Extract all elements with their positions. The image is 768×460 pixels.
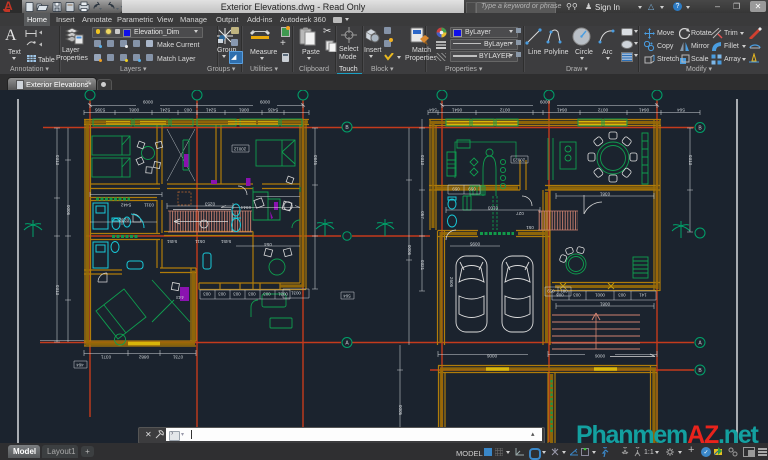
- svg-text:0081: 0081: [128, 108, 139, 113]
- svg-text:0232: 0232: [118, 218, 129, 223]
- svg-text:0072: 0072: [597, 108, 608, 113]
- svg-text:0031: 0031: [278, 292, 288, 297]
- svg-text:5435: 5435: [267, 108, 278, 113]
- svg-text:0311: 0311: [144, 203, 154, 208]
- svg-text:0009: 0009: [142, 100, 153, 105]
- svg-text:0253: 0253: [204, 202, 215, 207]
- svg-text:0313: 0313: [420, 155, 425, 166]
- svg-text:059: 059: [452, 187, 460, 192]
- svg-text:564: 564: [677, 108, 685, 113]
- svg-text:0031: 0031: [291, 291, 301, 296]
- svg-text:5395: 5395: [94, 108, 105, 113]
- svg-text:027: 027: [516, 211, 524, 216]
- svg-text:2606: 2606: [449, 277, 454, 288]
- svg-text:0005: 0005: [398, 405, 403, 416]
- svg-text:0882: 0882: [138, 355, 149, 360]
- svg-text:464: 464: [76, 363, 84, 368]
- svg-text:003: 003: [618, 293, 626, 298]
- svg-text:5241: 5241: [159, 108, 170, 113]
- svg-text:0009: 0009: [259, 100, 270, 105]
- svg-text:564: 564: [343, 294, 351, 299]
- svg-text:003: 003: [218, 292, 226, 297]
- svg-text:0103: 0103: [487, 206, 498, 211]
- svg-text:0731: 0731: [172, 355, 183, 360]
- svg-text:0001: 0001: [595, 293, 605, 298]
- svg-text:0511: 0511: [195, 239, 205, 244]
- svg-text:0845: 0845: [313, 155, 318, 166]
- svg-text:003: 003: [203, 292, 211, 297]
- svg-text:0006: 0006: [407, 245, 412, 256]
- svg-text:003: 003: [233, 292, 241, 297]
- svg-text:20012: 20012: [233, 147, 246, 152]
- svg-text:0313: 0313: [55, 285, 60, 296]
- svg-text:081: 081: [560, 289, 568, 294]
- svg-text:003: 003: [263, 292, 271, 297]
- svg-text:0006: 0006: [66, 205, 71, 216]
- svg-text:0641: 0641: [638, 108, 649, 113]
- svg-text:0072: 0072: [499, 108, 510, 113]
- svg-text:0081: 0081: [238, 108, 249, 113]
- svg-text:0009: 0009: [539, 100, 550, 105]
- svg-text:0313: 0313: [688, 155, 693, 166]
- svg-text:0006: 0006: [486, 354, 497, 359]
- svg-text:003: 003: [573, 293, 581, 298]
- svg-text:0006: 0006: [594, 354, 605, 359]
- svg-text:20023: 20023: [512, 158, 525, 163]
- svg-text:0081: 0081: [599, 302, 610, 307]
- svg-text:054: 054: [264, 242, 272, 247]
- svg-text:059: 059: [547, 289, 555, 294]
- svg-text:0641: 0641: [451, 108, 462, 113]
- svg-text:0381: 0381: [599, 192, 610, 197]
- svg-text:0095: 0095: [469, 242, 480, 247]
- svg-text:0371: 0371: [100, 355, 111, 360]
- svg-text:564: 564: [429, 108, 437, 113]
- svg-text:6944: 6944: [240, 205, 251, 210]
- svg-text:5451: 5451: [166, 239, 177, 244]
- svg-text:5451: 5451: [220, 239, 231, 244]
- svg-text:003: 003: [184, 108, 192, 113]
- svg-text:5442: 5442: [120, 203, 131, 208]
- svg-text:5241: 5241: [205, 108, 216, 113]
- svg-text:059: 059: [468, 187, 476, 192]
- svg-text:0641: 0641: [556, 108, 567, 113]
- svg-text:0313: 0313: [55, 155, 60, 166]
- svg-text:051: 051: [526, 225, 534, 230]
- svg-text:0321: 0321: [420, 260, 425, 271]
- svg-text:003: 003: [248, 292, 256, 297]
- svg-text:141: 141: [639, 293, 647, 298]
- svg-text:057: 057: [420, 211, 425, 219]
- svg-text:443: 443: [176, 295, 184, 300]
